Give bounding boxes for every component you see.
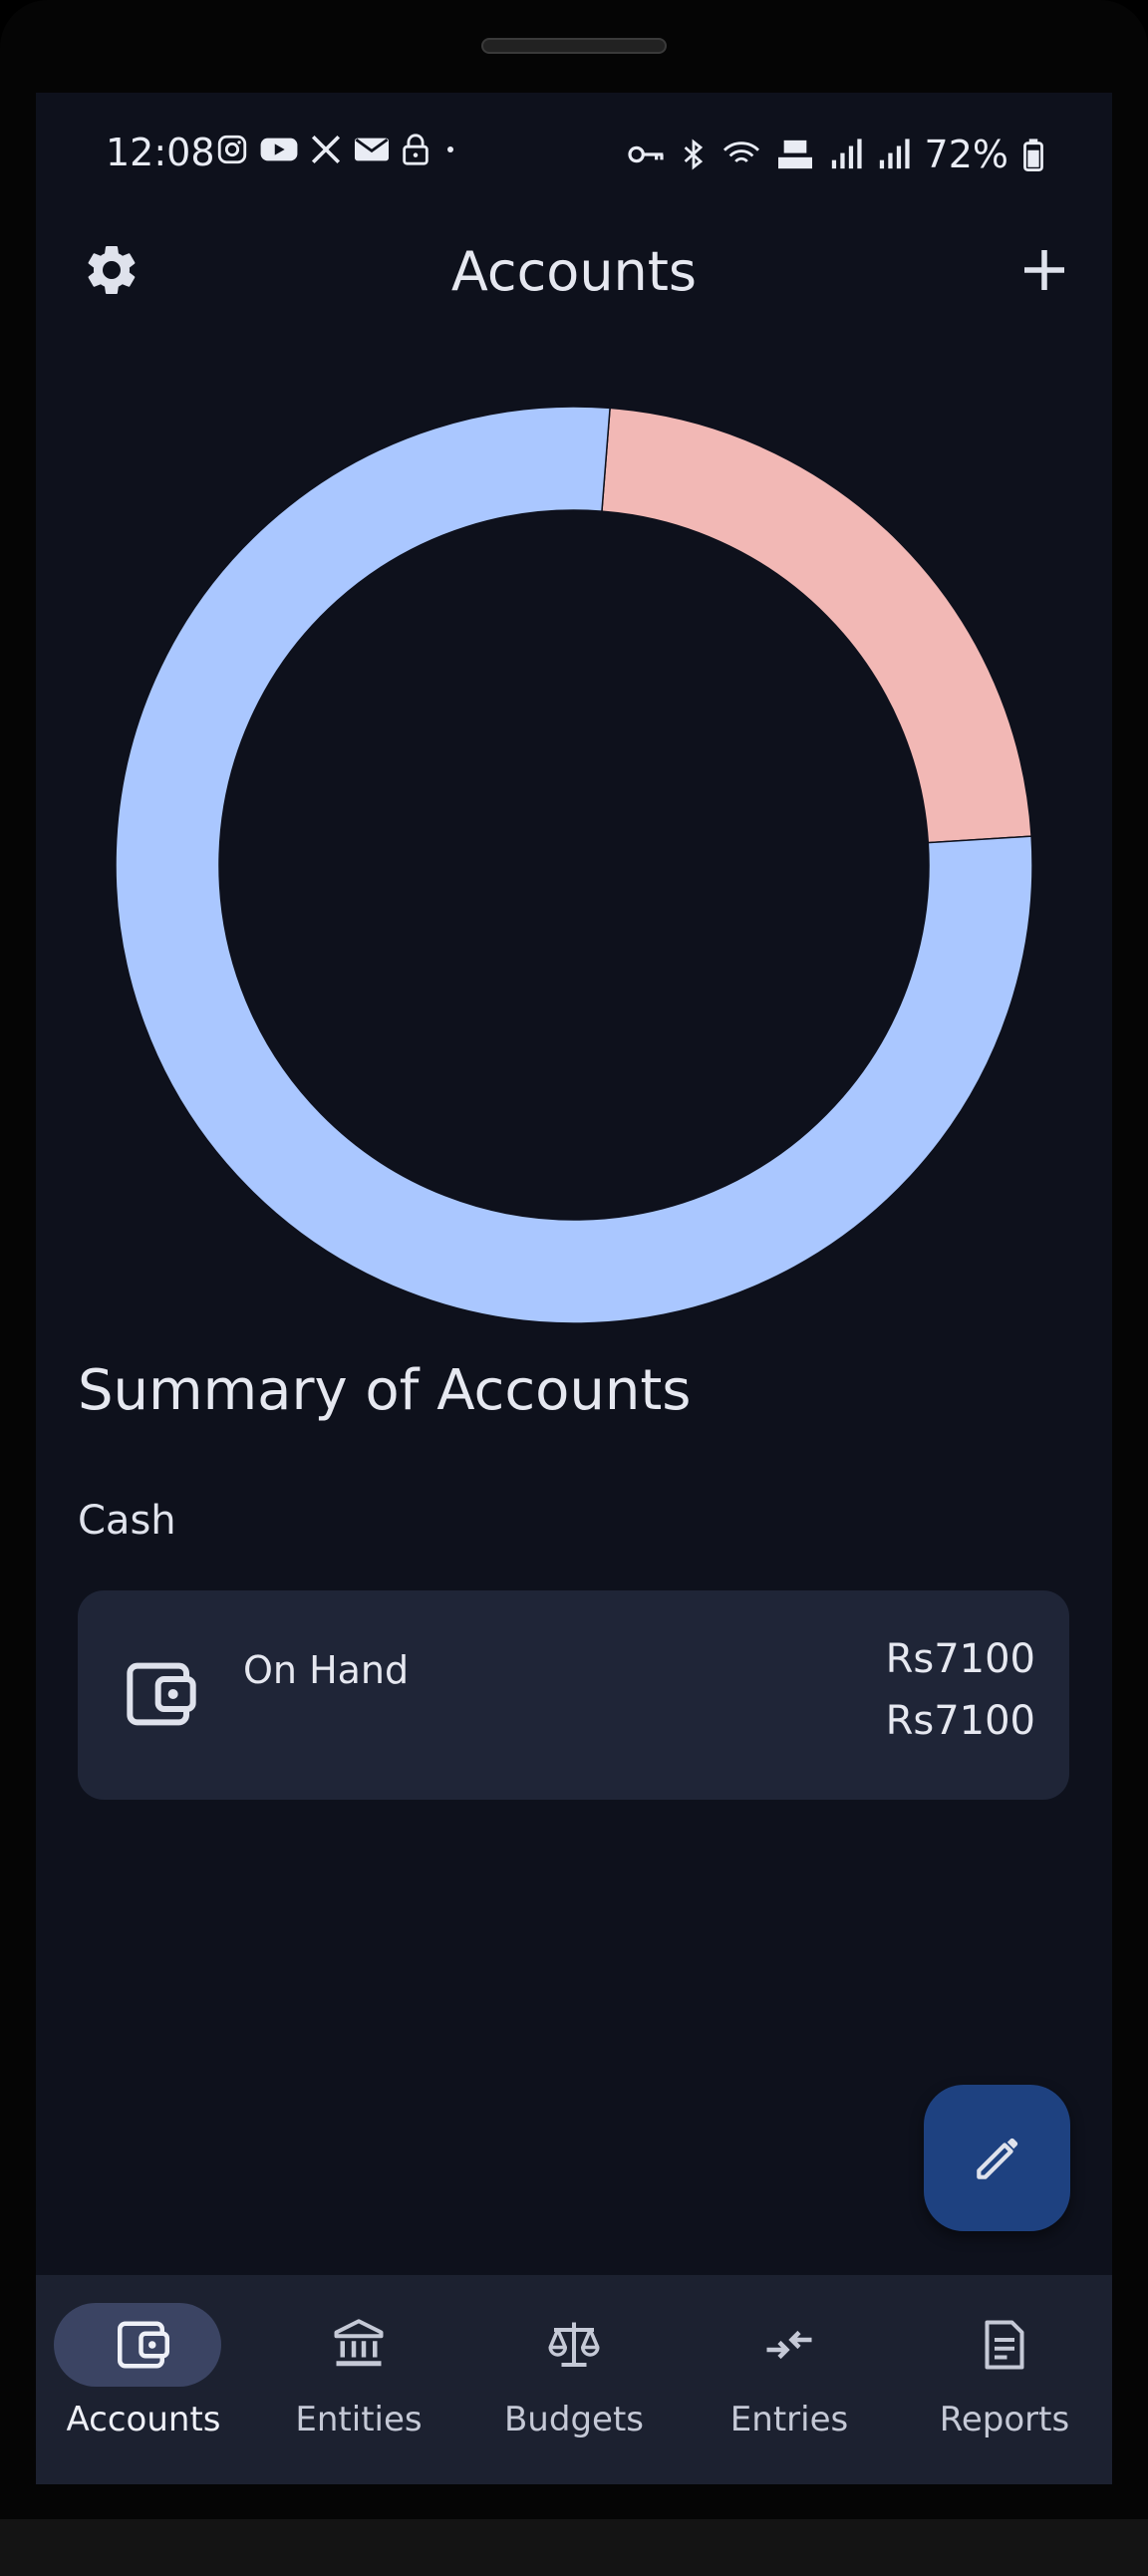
app-screen: 12:08 72% Accounts Summary of Accounts C… <box>36 93 1112 2484</box>
account-name: On Hand <box>243 1648 410 1692</box>
top-app-bar: Accounts <box>36 212 1112 322</box>
bank-icon <box>334 2319 384 2367</box>
signal-icon-2 <box>879 139 910 169</box>
speaker-grille <box>481 38 667 54</box>
nav-label-accounts: Accounts <box>66 2400 221 2439</box>
plus-icon[interactable] <box>1014 240 1074 300</box>
youtube-icon <box>260 138 298 161</box>
donut-slice-0 <box>601 407 1032 844</box>
transfer-icon <box>766 2330 812 2360</box>
battery-icon <box>1023 139 1043 171</box>
nav-label-entries: Entries <box>729 2400 849 2439</box>
dot-icon <box>447 146 453 152</box>
x-icon <box>311 135 341 164</box>
nav-item-entities[interactable]: Entities <box>251 2275 466 2484</box>
notification-icons <box>215 133 460 166</box>
instagram-icon <box>217 135 247 164</box>
account-card[interactable]: On Hand Rs7100 Rs7100 <box>78 1590 1069 1800</box>
signal-icon <box>831 139 862 169</box>
pencil-icon <box>976 2138 1017 2179</box>
edit-fab-button[interactable] <box>924 2085 1070 2231</box>
bottom-bezel <box>0 2519 1148 2576</box>
phone-frame: 12:08 72% Accounts Summary of Accounts C… <box>0 0 1148 2576</box>
document-icon <box>985 2320 1024 2370</box>
system-icons: 72% <box>626 133 1044 176</box>
lte-icon <box>777 140 812 169</box>
scale-icon <box>548 2322 600 2367</box>
nav-label-budgets: Budgets <box>503 2400 644 2439</box>
wallet-icon <box>118 2321 169 2369</box>
status-bar: 12:08 72% <box>36 93 1112 212</box>
bluetooth-icon <box>684 139 703 170</box>
status-time: 12:08 <box>106 131 215 174</box>
page-title: Accounts <box>450 240 698 303</box>
account-amount: Rs7100 <box>885 1636 1035 1682</box>
mail-icon <box>355 138 389 161</box>
nav-label-reports: Reports <box>939 2400 1070 2439</box>
nav-label-entities: Entities <box>295 2400 423 2439</box>
gear-icon[interactable] <box>82 240 142 300</box>
bottom-navigation: Accounts Entities Budgets Entries Report… <box>36 2275 1112 2484</box>
lock-icon <box>403 134 429 165</box>
nav-item-reports[interactable]: Reports <box>897 2275 1112 2484</box>
nav-item-entries[interactable]: Entries <box>682 2275 897 2484</box>
summary-title: Summary of Accounts <box>78 1358 692 1423</box>
nav-item-budgets[interactable]: Budgets <box>466 2275 682 2484</box>
accounts-donut-chart <box>116 407 1032 1323</box>
account-amount-secondary: Rs7100 <box>885 1698 1035 1744</box>
section-label-cash: Cash <box>78 1498 176 1544</box>
vpn-key-icon <box>627 145 664 163</box>
nav-item-accounts[interactable]: Accounts <box>36 2275 251 2484</box>
wallet-icon <box>127 1662 196 1726</box>
wifi-icon <box>722 142 759 163</box>
battery-percent: 72% <box>924 133 1008 176</box>
